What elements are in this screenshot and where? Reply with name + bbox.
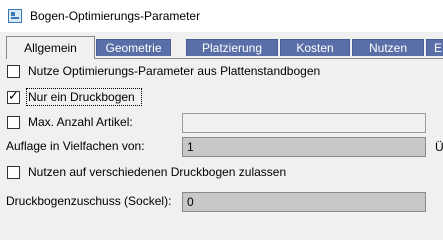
use-sheet-params-checkbox[interactable]	[7, 65, 20, 78]
tab-allgemein[interactable]: Allgemein	[6, 36, 95, 59]
tab-more[interactable]: E	[426, 39, 443, 56]
multiple-of-suffix: Ü	[435, 140, 443, 154]
option-use-sheet-params[interactable]: Nutze Optimierungs-Parameter aus Platten…	[0, 62, 443, 82]
multi-sheet-allow-checkbox[interactable]	[7, 166, 20, 179]
single-sheet-checkbox[interactable]	[7, 89, 20, 104]
tab-kosten[interactable]: Kosten	[280, 39, 350, 56]
option-single-sheet[interactable]: Nur ein Druckbogen	[0, 88, 443, 108]
sheet-allowance-field[interactable]: 0	[182, 192, 426, 212]
tab-geometrie[interactable]: Geometrie	[96, 39, 171, 56]
multiple-of-label: Auflage in Vielfachen von:	[6, 139, 145, 153]
tab-nutzen[interactable]: Nutzen	[352, 39, 424, 56]
app-window-icon	[8, 9, 22, 23]
multiple-of-value: 1	[187, 140, 194, 154]
sheet-allowance-label: Druckbogenzuschuss (Sockel):	[6, 194, 172, 208]
tab-strip: Allgemein Geometrie Platzierung Kosten N…	[0, 36, 443, 59]
max-items-label: Max. Anzahl Artikel:	[28, 115, 133, 129]
max-items-checkbox[interactable]	[7, 116, 20, 129]
max-items-field[interactable]	[182, 113, 426, 133]
tab-divider	[94, 58, 443, 59]
single-sheet-label: Nur ein Druckbogen	[28, 90, 135, 104]
window-title: Bogen-Optimierungs-Parameter	[30, 9, 201, 23]
multi-sheet-allow-label: Nutzen auf verschiedenen Druckbogen zula…	[28, 165, 287, 179]
tab-platzierung[interactable]: Platzierung	[186, 39, 278, 56]
sheet-allowance-value: 0	[187, 195, 194, 209]
option-multi-sheet-allow[interactable]: Nutzen auf verschiedenen Druckbogen zula…	[0, 163, 443, 183]
use-sheet-params-label: Nutze Optimierungs-Parameter aus Platten…	[28, 64, 321, 78]
title-bar: Bogen-Optimierungs-Parameter	[0, 0, 443, 32]
multiple-of-field[interactable]: 1	[182, 137, 426, 157]
